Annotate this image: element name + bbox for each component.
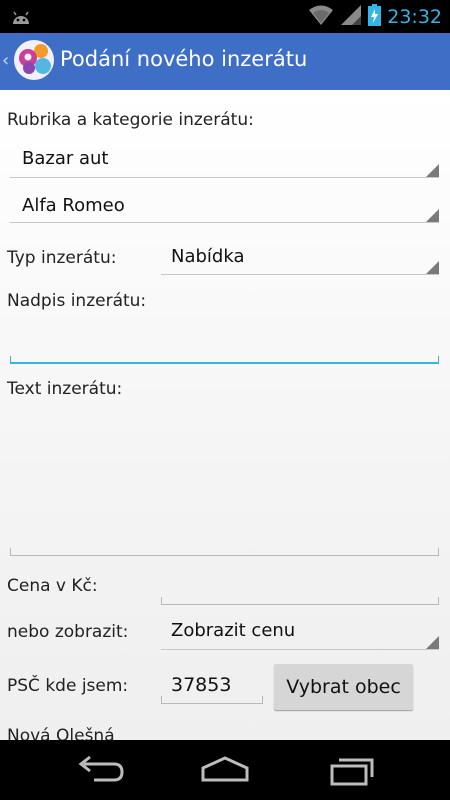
zip-value: 37853 [171, 674, 232, 696]
display-value: Zobrazit cenu [171, 620, 296, 641]
headline-input[interactable] [10, 322, 439, 364]
action-bar: ‹ Podání nového inzerátu [0, 33, 450, 90]
home-icon[interactable] [195, 752, 255, 788]
category-value: Alfa Romeo [22, 195, 125, 216]
app-logo-icon[interactable] [12, 38, 56, 82]
display-label: nebo zobrazit: [7, 622, 129, 642]
android-debug-icon [10, 6, 32, 30]
dropdown-arrow-icon [426, 261, 439, 274]
battery-charging-icon [368, 4, 382, 30]
type-label: Typ inzerátu: [7, 248, 117, 268]
back-icon[interactable] [70, 752, 130, 788]
price-input[interactable] [161, 570, 439, 605]
category-spinner[interactable]: Alfa Romeo [10, 195, 439, 223]
dropdown-arrow-icon [426, 164, 439, 177]
headline-label: Nadpis inzerátu: [7, 291, 147, 311]
navigation-bar [0, 740, 450, 800]
recent-apps-icon[interactable] [322, 752, 382, 788]
signal-icon [340, 4, 362, 30]
type-value: Nabídka [171, 246, 245, 267]
display-spinner[interactable]: Zobrazit cenu [161, 620, 439, 650]
zip-label: PSČ kde jsem: [7, 676, 129, 696]
price-label: Cena v Kč: [7, 576, 98, 596]
text-label: Text inzerátu: [7, 379, 123, 399]
dropdown-arrow-icon [426, 636, 439, 649]
category-section-label: Rubrika a kategorie inzerátu: [7, 110, 254, 130]
up-navigation-icon[interactable]: ‹ [2, 50, 9, 71]
type-spinner[interactable]: Nabídka [161, 246, 439, 275]
clock: 23:32 [387, 6, 442, 28]
rubric-spinner[interactable]: Bazar aut [10, 148, 439, 178]
text-input[interactable] [10, 408, 439, 556]
choose-town-button[interactable]: Vybrat obec [274, 664, 413, 710]
ad-form: Rubrika a kategorie inzerátu: Bazar aut … [0, 90, 450, 740]
rubric-value: Bazar aut [22, 148, 109, 169]
screen-title: Podání nového inzerátu [60, 47, 308, 71]
zip-input[interactable]: 37853 [161, 666, 263, 704]
wifi-icon [308, 4, 334, 30]
dropdown-arrow-icon [426, 209, 439, 222]
town-value: Nová Olešná [7, 726, 115, 740]
status-bar: 23:32 [0, 0, 450, 33]
